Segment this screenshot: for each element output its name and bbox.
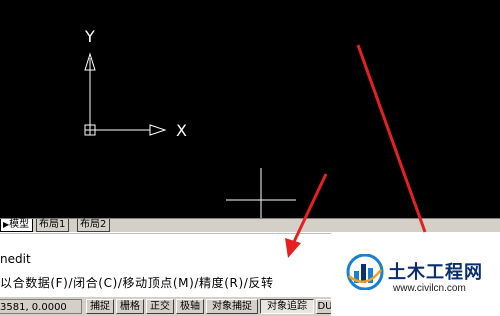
tab-layout1-label: 布局1 xyxy=(39,219,66,230)
snap-toggle[interactable]: 捕捉 xyxy=(86,299,114,314)
ucs-y-label: Y xyxy=(84,27,95,46)
ucs-x-label: X xyxy=(176,121,187,140)
watermark: 土木工程网 www.civilcn.com xyxy=(331,232,500,316)
coordinate-readout: 3581, 0.0000 xyxy=(0,299,82,314)
osnap-toggle[interactable]: 对象捕捉 xyxy=(206,299,258,314)
civilcn-logo-icon xyxy=(346,254,384,290)
tab-layout1[interactable]: 布局1 xyxy=(36,219,70,232)
crosshair-cursor xyxy=(226,168,296,218)
watermark-title: 土木工程网 xyxy=(388,262,483,283)
command-history-line: nedit xyxy=(0,252,31,266)
ucs-icon xyxy=(84,52,167,136)
drawing-canvas[interactable]: Y X xyxy=(0,0,500,218)
canvas-graphics: Y X xyxy=(84,27,296,218)
ucs-x-arrowhead xyxy=(149,124,167,136)
ortho-toggle[interactable]: 正交 xyxy=(146,299,174,314)
tab-layout2-label: 布局2 xyxy=(80,219,107,230)
polar-toggle[interactable]: 极轴 xyxy=(176,299,204,314)
command-prompt-line: 以合数据(F)/闭合(C)/移动顶点(M)/精度(R)/反转 xyxy=(0,276,274,290)
tab-model-label: 模型 xyxy=(9,219,30,230)
watermark-url: www.civilcn.com xyxy=(393,283,466,294)
otrack-toggle[interactable]: 对象追踪 xyxy=(260,299,314,314)
grid-toggle[interactable]: 栅格 xyxy=(116,299,144,314)
tab-layout2[interactable]: 布局2 xyxy=(77,219,111,232)
tab-model[interactable]: ▶模型 xyxy=(0,219,34,232)
layout-tabs: ▶模型 布局1 布局2 xyxy=(0,218,500,232)
